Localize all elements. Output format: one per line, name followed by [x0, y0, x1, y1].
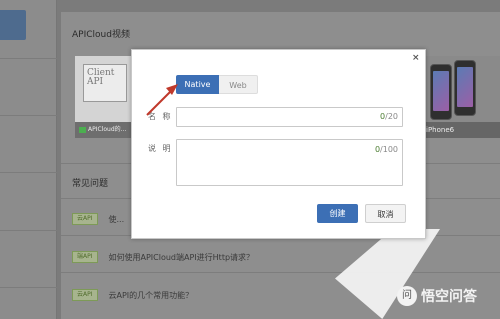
- faq-badge: 云API: [72, 289, 98, 301]
- video-caption-text: APICloud的...: [88, 126, 127, 133]
- whiteboard-text: Client API: [87, 68, 115, 87]
- create-button[interactable]: 创建: [317, 204, 358, 223]
- sidebar-divider: [0, 230, 57, 231]
- faq-badge: 云API: [72, 213, 98, 225]
- phone-image: [430, 64, 452, 120]
- video-caption: APICloud的...: [75, 122, 135, 138]
- description-textarea[interactable]: 0/100: [176, 139, 403, 186]
- name-input[interactable]: 0/20: [176, 107, 403, 127]
- description-char-counter: 0/100: [375, 145, 398, 154]
- sidebar-active-item[interactable]: [0, 10, 26, 40]
- name-max: /20: [385, 112, 398, 121]
- left-sidebar: [0, 0, 57, 319]
- sidebar-divider: [0, 58, 57, 59]
- faq-question[interactable]: 云API的几个常用功能？: [109, 290, 194, 301]
- name-label: 名 称: [148, 112, 173, 121]
- faq-item[interactable]: 云API 使...: [72, 212, 124, 226]
- phone-caption: iPhone6: [424, 122, 500, 138]
- faq-item[interactable]: 端API 如何使用APICloud端API进行Http请求？: [72, 250, 254, 264]
- tab-native[interactable]: Native: [176, 75, 219, 94]
- sidebar-divider: [0, 172, 57, 173]
- name-char-counter: 0/20: [380, 112, 398, 121]
- watermark: 问 悟空问答: [397, 286, 477, 306]
- faq-badge: 端API: [72, 251, 98, 263]
- watermark-text: 悟空问答: [421, 289, 477, 305]
- whiteboard-image: Client API: [83, 64, 127, 102]
- description-max: /100: [380, 145, 398, 154]
- faq-item[interactable]: 云API 云API的几个常用功能？: [72, 288, 193, 302]
- cancel-button[interactable]: 取消: [365, 204, 406, 223]
- sidebar-divider: [0, 115, 57, 116]
- phone-video-thumbnail[interactable]: iPhone6: [424, 56, 500, 138]
- faq-title: 常见问题: [72, 179, 109, 189]
- video-section-title: APICloud视频: [72, 30, 130, 40]
- create-app-dialog: × Native Web 名 称 0/20 说 明 0/100 创建 取消: [131, 49, 426, 239]
- wukong-logo-icon: 问: [397, 286, 417, 306]
- faq-question[interactable]: 使...: [109, 214, 125, 225]
- video-icon: [79, 126, 86, 133]
- faq-question[interactable]: 如何使用APICloud端API进行Http请求？: [109, 252, 255, 263]
- tab-web[interactable]: Web: [219, 75, 258, 94]
- video-thumbnail[interactable]: Client API APICloud的...: [75, 56, 135, 138]
- phone-image: [454, 60, 476, 116]
- sidebar-divider: [0, 287, 57, 288]
- faq-divider: [61, 272, 500, 273]
- close-icon[interactable]: ×: [412, 53, 420, 63]
- description-label: 说 明: [148, 144, 173, 153]
